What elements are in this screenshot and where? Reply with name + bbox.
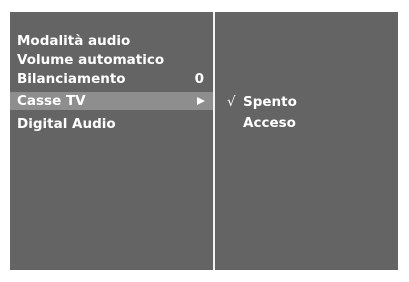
menu-item-label: Bilanciamento (17, 71, 126, 87)
menu-item-volume-automatico[interactable]: Volume automatico (10, 51, 213, 69)
option-spento[interactable]: √ Spento (215, 93, 398, 111)
menu-item-label: Volume automatico (17, 52, 165, 68)
menu-item-modalita-audio[interactable]: Modalità audio (10, 32, 213, 50)
audio-menu-list: Modalità audio Volume automatico Bilanci… (10, 12, 213, 270)
option-label: Spento (243, 94, 297, 110)
menu-item-label: Digital Audio (17, 116, 116, 132)
menu-item-label: Modalità audio (17, 33, 131, 49)
menu-item-digital-audio[interactable]: Digital Audio (10, 115, 213, 133)
menu-item-label: Casse TV (17, 93, 86, 109)
menu-item-casse-tv[interactable]: Casse TV (10, 92, 213, 110)
check-mark-icon: √ (227, 94, 236, 110)
option-label: Acceso (243, 115, 296, 131)
menu-item-bilanciamento[interactable]: Bilanciamento 0 (10, 70, 213, 88)
casse-tv-submenu: √ Spento Acceso (215, 12, 398, 270)
right-triangle-icon (197, 97, 205, 105)
balance-value: 0 (194, 71, 204, 87)
option-acceso[interactable]: Acceso (215, 114, 398, 132)
audio-menu-osd: Modalità audio Volume automatico Bilanci… (10, 12, 398, 270)
